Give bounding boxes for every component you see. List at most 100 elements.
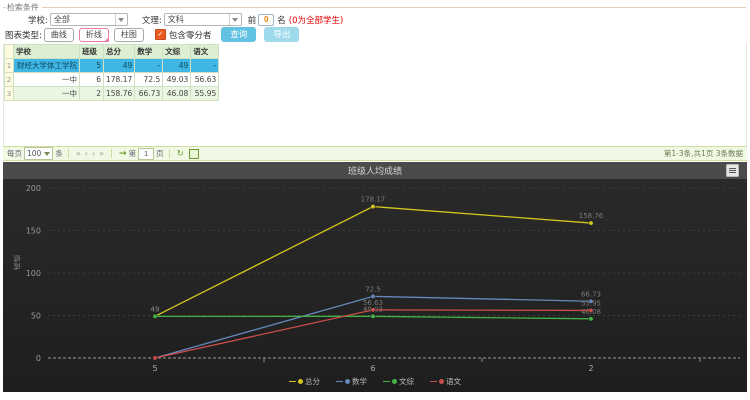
chart-title: 班级人均成绩	[348, 164, 402, 177]
results-table: 学校 班级 总分 数学 文综 语文 1 财经大学体工学院 5 49 - 49 -…	[4, 44, 219, 101]
row-number-header	[5, 45, 14, 59]
per-page-value: 100	[27, 149, 41, 158]
export-button[interactable]: 导出	[264, 27, 299, 42]
legend-item[interactable]: 总分	[289, 376, 320, 387]
score-chart: 班级人均成绩 成绩 05010015020056249178.17158.767…	[3, 162, 747, 392]
col-arts[interactable]: 文综	[163, 45, 191, 59]
divider	[68, 149, 69, 158]
results-grid: 学校 班级 总分 数学 文综 语文 1 财经大学体工学院 5 49 - 49 -…	[3, 44, 747, 146]
svg-text:50: 50	[31, 312, 41, 321]
fieldset-label: 检索条件	[7, 2, 39, 13]
school-label: 学校:	[28, 14, 48, 26]
chart-canvas: 05010015020056249178.17158.7672.566.7349…	[3, 179, 747, 392]
col-school[interactable]: 学校	[14, 45, 80, 59]
table-row[interactable]: 1 财经大学体工学院 5 49 - 49 -	[5, 59, 219, 73]
chevron-down-icon	[229, 14, 241, 25]
cell-school: 一中	[14, 87, 80, 101]
cell-school: 一中	[14, 73, 80, 87]
chart-type-label: 图表类型:	[5, 29, 42, 41]
cell-total: 49	[104, 59, 135, 73]
chevron-down-icon	[44, 152, 50, 156]
school-select[interactable]: 全部	[50, 13, 128, 26]
chevron-down-icon	[115, 14, 127, 25]
col-total[interactable]: 总分	[104, 45, 135, 59]
cell-total: 158.76	[104, 87, 135, 101]
cell-school: 财经大学体工学院	[14, 59, 80, 73]
chart-type-curve-button[interactable]: 曲线	[44, 28, 74, 42]
svg-text:158.76: 158.76	[579, 212, 604, 220]
school-select-value: 全部	[54, 14, 70, 25]
svg-text:178.17: 178.17	[361, 196, 386, 204]
page-number-input[interactable]	[138, 148, 154, 160]
cell-chinese: 56.63	[191, 73, 219, 87]
chart-type-line-button[interactable]: 折线	[79, 28, 109, 42]
cell-arts: 49	[163, 59, 191, 73]
table-row[interactable]: 2 一中 6 178.17 72.5 49.03 56.63	[5, 73, 219, 87]
row-number: 2	[5, 73, 14, 87]
refresh-icon[interactable]: ↻	[177, 149, 184, 159]
chart-menu-icon[interactable]	[726, 164, 739, 177]
track-select[interactable]: 文科	[164, 13, 242, 26]
svg-text:66.73: 66.73	[581, 290, 601, 298]
top-n-label: 前	[248, 14, 257, 26]
prev-page-button[interactable]: ‹	[85, 149, 88, 158]
go-page-icon[interactable]: →	[119, 149, 127, 159]
divider	[169, 149, 170, 158]
legend-item[interactable]: 语文	[430, 376, 461, 387]
legend-item[interactable]: 数学	[336, 376, 367, 387]
cell-math: -	[135, 59, 163, 73]
chart-type-bar-button[interactable]: 柱图	[114, 28, 144, 42]
svg-text:6: 6	[370, 364, 375, 373]
per-page-select[interactable]: 100	[24, 147, 53, 160]
cell-arts: 46.08	[163, 87, 191, 101]
svg-text:150: 150	[26, 227, 41, 236]
per-page-label: 每页	[7, 148, 22, 159]
last-page-button[interactable]: »	[99, 149, 104, 158]
col-math[interactable]: 数学	[135, 45, 163, 59]
svg-text:2: 2	[588, 364, 593, 373]
record-summary: 第1-3条,共1页 3条数据	[664, 148, 743, 159]
cell-arts: 49.03	[163, 73, 191, 87]
chart-legend: 总分 数学 文综 语文	[3, 376, 747, 387]
svg-text:200: 200	[26, 184, 41, 193]
query-button[interactable]: 查询	[221, 27, 256, 42]
cell-class: 5	[80, 59, 104, 73]
col-class[interactable]: 班级	[80, 45, 104, 59]
row-number: 3	[5, 87, 14, 101]
svg-text:49: 49	[151, 305, 160, 313]
svg-text:100: 100	[26, 269, 41, 278]
page-prefix: 第	[129, 148, 137, 159]
fieldset-header: - 检索条件	[3, 2, 746, 12]
svg-text:72.5: 72.5	[365, 285, 381, 293]
per-page-unit: 条	[55, 148, 63, 159]
include-zero-checkbox[interactable]: ✓	[155, 29, 166, 40]
row-number: 1	[5, 59, 14, 73]
table-row[interactable]: 3 一中 2 158.76 66.73 46.08 55.95	[5, 87, 219, 101]
cell-class: 2	[80, 87, 104, 101]
next-page-button[interactable]: ›	[92, 149, 95, 158]
top-n-suffix: 名	[277, 14, 286, 26]
collapse-icon[interactable]: -	[3, 3, 6, 12]
svg-text:0: 0	[36, 354, 41, 363]
svg-text:56.63: 56.63	[363, 299, 383, 307]
col-chinese[interactable]: 语文	[191, 45, 219, 59]
first-page-button[interactable]: «	[76, 149, 81, 158]
resize-grid-icon[interactable]	[189, 149, 199, 159]
cell-class: 6	[80, 73, 104, 87]
include-zero-label: 包含零分者	[169, 29, 212, 41]
legend-item[interactable]: 文综	[383, 376, 414, 387]
top-n-note: (0为全部学生)	[289, 14, 344, 26]
divider	[111, 149, 112, 158]
fieldset-divider	[42, 7, 746, 8]
svg-text:5: 5	[152, 364, 157, 373]
pagination-bar: 每页 100 条 « ‹ › » → 第 页 ↻ 第1-3条,共1页 3条数据	[3, 146, 747, 161]
table-header-row: 学校 班级 总分 数学 文综 语文	[5, 45, 219, 59]
cell-total: 178.17	[104, 73, 135, 87]
cell-chinese: 55.95	[191, 87, 219, 101]
chart-title-bar: 班级人均成绩	[3, 162, 747, 179]
search-panel: - 检索条件 学校: 全部 文理: 文科 前 名 (0为全部学生) 图表类型: …	[0, 0, 750, 42]
cell-math: 66.73	[135, 87, 163, 101]
cell-chinese: -	[191, 59, 219, 73]
top-n-input[interactable]	[258, 14, 274, 26]
track-select-value: 文科	[168, 14, 184, 25]
